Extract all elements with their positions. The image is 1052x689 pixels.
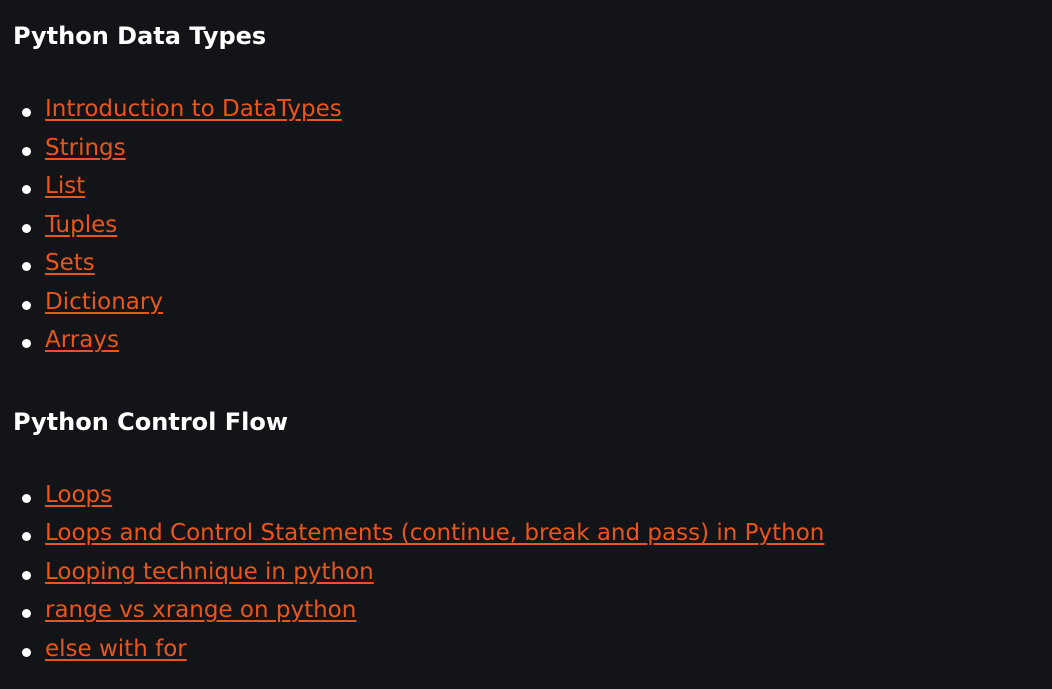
list-item: Dictionary xyxy=(13,286,1043,325)
link-range-vs-xrange[interactable]: range vs xrange on python xyxy=(45,597,356,623)
bullet-icon xyxy=(22,532,31,541)
bullet-icon xyxy=(22,262,31,271)
link-list[interactable]: List xyxy=(45,173,85,199)
link-strings[interactable]: Strings xyxy=(45,135,126,161)
bullet-icon xyxy=(22,493,31,503)
list-item: else with for xyxy=(13,633,1043,672)
link-dictionary[interactable]: Dictionary xyxy=(45,289,163,315)
section-title-data-types: Python Data Types xyxy=(13,22,267,50)
link-tuples[interactable]: Tuples xyxy=(45,212,117,238)
bullet-icon xyxy=(22,300,31,310)
list-item: Introduction to DataTypes xyxy=(13,93,1043,132)
list-item: Sets xyxy=(13,247,1043,286)
link-sets[interactable]: Sets xyxy=(45,250,95,276)
bullet-icon xyxy=(22,223,31,233)
link-loops-and-control-statements[interactable]: Loops and Control Statements (continue, … xyxy=(45,520,824,546)
link-arrays[interactable]: Arrays xyxy=(45,327,119,353)
bullet-icon xyxy=(22,609,31,618)
data-types-link-list: Introduction to DataTypes Strings List T… xyxy=(13,93,1043,363)
list-item: Loops and Control Statements (continue, … xyxy=(13,517,1043,556)
list-item: Tuples xyxy=(13,209,1043,248)
list-item: List xyxy=(13,170,1043,209)
list-item: Arrays xyxy=(13,324,1043,363)
link-else-with-for[interactable]: else with for xyxy=(45,636,187,662)
bullet-icon xyxy=(22,647,31,657)
link-introduction-to-datatypes[interactable]: Introduction to DataTypes xyxy=(45,96,342,122)
link-loops[interactable]: Loops xyxy=(45,482,112,508)
list-item: Looping technique in python xyxy=(13,556,1043,595)
bullet-icon xyxy=(22,185,31,194)
section-title-control-flow: Python Control Flow xyxy=(13,407,289,436)
list-item: Loops xyxy=(13,479,1043,518)
bullet-icon xyxy=(22,146,31,156)
list-item: Strings xyxy=(13,132,1043,171)
list-item: range vs xrange on python xyxy=(13,594,1043,633)
bullet-icon xyxy=(22,570,31,580)
control-flow-link-list: Loops Loops and Control Statements (cont… xyxy=(13,479,1043,672)
link-looping-technique[interactable]: Looping technique in python xyxy=(45,559,374,585)
article-content: Python Data Types Introduction to DataTy… xyxy=(13,0,1043,671)
bullet-icon xyxy=(22,339,31,348)
bullet-icon xyxy=(22,108,31,117)
